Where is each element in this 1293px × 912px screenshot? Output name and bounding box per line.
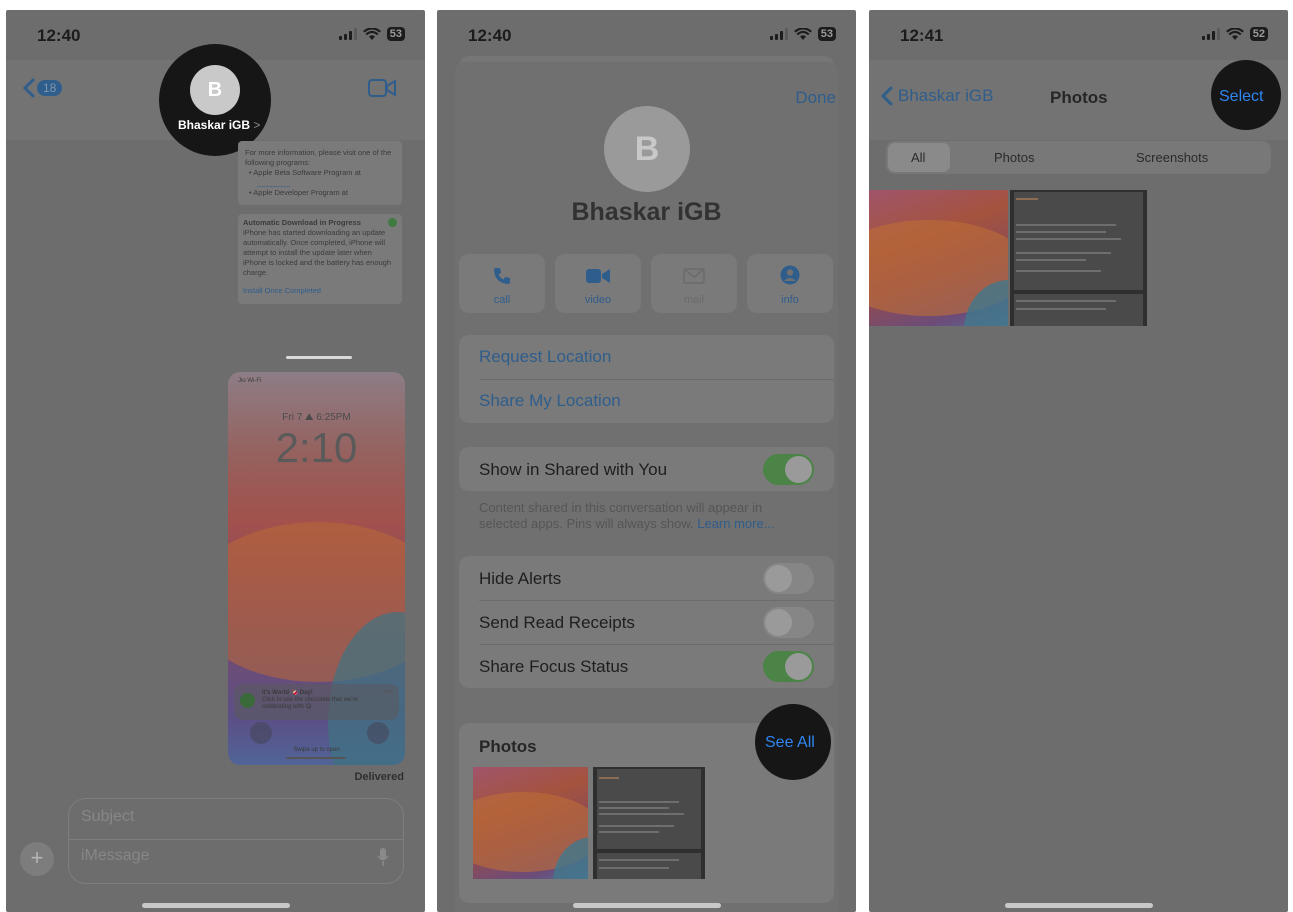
phone-icon <box>494 268 510 284</box>
shared-with-you-footnote: Content shared in this conversation will… <box>479 500 775 531</box>
chevron-left-icon <box>23 78 35 98</box>
back-button[interactable]: Bhaskar iGB <box>881 86 993 106</box>
screenshot-thumbnail[interactable] <box>1010 190 1147 326</box>
app-icon <box>240 693 255 708</box>
mail-button[interactable]: mail <box>651 254 737 313</box>
chevron-right-icon: > <box>253 118 261 132</box>
contact-name: Bhaskar iGB <box>571 198 722 226</box>
learn-more-link[interactable]: Learn more... <box>697 516 774 531</box>
cellular-signal-icon <box>769 28 788 40</box>
segment-screenshots[interactable]: Screenshots <box>1136 150 1208 165</box>
person-circle-icon <box>780 265 800 285</box>
segment-all[interactable]: All <box>911 150 925 165</box>
add-attachment-button[interactable]: + <box>20 842 54 876</box>
shared-with-you-card: Show in Shared with You <box>459 447 834 491</box>
chevron-left-icon <box>881 86 893 106</box>
photos-gallery-screen: 12:41 52 Bhaskar iGB Photos Select All P… <box>869 10 1288 912</box>
message-composer[interactable]: Subject iMessage <box>68 798 404 884</box>
subject-input[interactable]: Subject <box>81 808 134 826</box>
delivered-label: Delivered <box>354 771 404 783</box>
location-card: Request Location Share My Location <box>459 335 834 423</box>
battery-icon: 53 <box>386 27 405 41</box>
battery-icon: 53 <box>817 27 836 41</box>
home-indicator <box>141 903 290 908</box>
read-receipts-toggle[interactable] <box>763 607 814 638</box>
photos-section-title: Photos <box>479 737 537 756</box>
microphone-icon[interactable] <box>377 847 389 867</box>
message-bubble[interactable]: Automatic Download in Progress iPhone ha… <box>238 214 402 304</box>
battery-icon: 52 <box>1249 27 1268 41</box>
drag-handle <box>286 356 352 359</box>
notification-settings-card: Hide Alerts Send Read Receipts Share Foc… <box>459 556 834 688</box>
share-location-button[interactable]: Share My Location <box>479 391 621 411</box>
status-bar: 12:40 53 <box>437 10 856 60</box>
status-time: 12:41 <box>900 26 944 45</box>
contact-avatar[interactable]: B <box>190 65 240 115</box>
mail-icon <box>683 268 705 284</box>
page-title: Photos <box>1050 88 1108 107</box>
flashlight-icon <box>250 722 272 744</box>
video-button[interactable]: video <box>555 254 641 313</box>
messages-conversation-screen: 12:40 53 18 B Bhaskar iGB > For more inf… <box>6 10 425 912</box>
segment-photos[interactable]: Photos <box>994 150 1034 165</box>
install-link[interactable]: Install Once Completed <box>243 286 397 296</box>
select-button[interactable]: Select <box>1219 88 1263 106</box>
status-time: 12:40 <box>468 26 512 45</box>
lockscreen-clock: 2:10 <box>275 424 358 471</box>
wifi-icon <box>793 27 812 40</box>
wifi-icon <box>1225 27 1244 40</box>
back-button[interactable]: 18 <box>23 78 63 98</box>
status-dot-icon <box>388 218 397 227</box>
filter-segmented-control: All Photos Screenshots <box>886 141 1271 174</box>
call-button[interactable]: call <box>459 254 545 313</box>
status-bar: 12:41 52 <box>869 10 1288 60</box>
status-time: 12:40 <box>37 26 81 45</box>
contact-name-button[interactable]: Bhaskar iGB > <box>178 118 260 132</box>
shared-with-you-toggle[interactable] <box>763 454 814 485</box>
unread-count-badge: 18 <box>37 80 63 96</box>
photo-thumbnail[interactable] <box>473 767 588 879</box>
home-indicator <box>572 903 721 908</box>
hide-alerts-toggle[interactable] <box>763 563 814 594</box>
done-button[interactable]: Done <box>795 88 836 108</box>
see-all-button[interactable]: See All <box>765 734 815 752</box>
screenshot-thumbnail[interactable] <box>593 767 705 879</box>
imessage-input[interactable]: iMessage <box>81 847 149 865</box>
screenshot-image-bubble[interactable]: Jio Wi-Fi Fri 7 ⛰ 6:25PM 2:10 It's World… <box>228 372 405 765</box>
message-bubble[interactable]: For more information, please visit one o… <box>238 141 402 205</box>
wifi-icon <box>362 27 381 40</box>
cellular-signal-icon <box>338 28 357 40</box>
photo-thumbnail[interactable] <box>869 190 1008 326</box>
home-indicator <box>1004 903 1153 908</box>
notification-card: It's World 🍫 Day! Click to see the choco… <box>234 684 399 720</box>
contact-avatar: B <box>604 106 690 192</box>
info-button[interactable]: info <box>747 254 833 313</box>
contact-details-screen: 12:40 53 Done B Bhaskar iGB call video m… <box>437 10 856 912</box>
video-call-icon[interactable] <box>368 78 396 98</box>
camera-icon <box>367 722 389 744</box>
cellular-signal-icon <box>1201 28 1220 40</box>
share-focus-toggle[interactable] <box>763 651 814 682</box>
request-location-button[interactable]: Request Location <box>479 347 611 367</box>
video-camera-icon <box>586 269 610 283</box>
